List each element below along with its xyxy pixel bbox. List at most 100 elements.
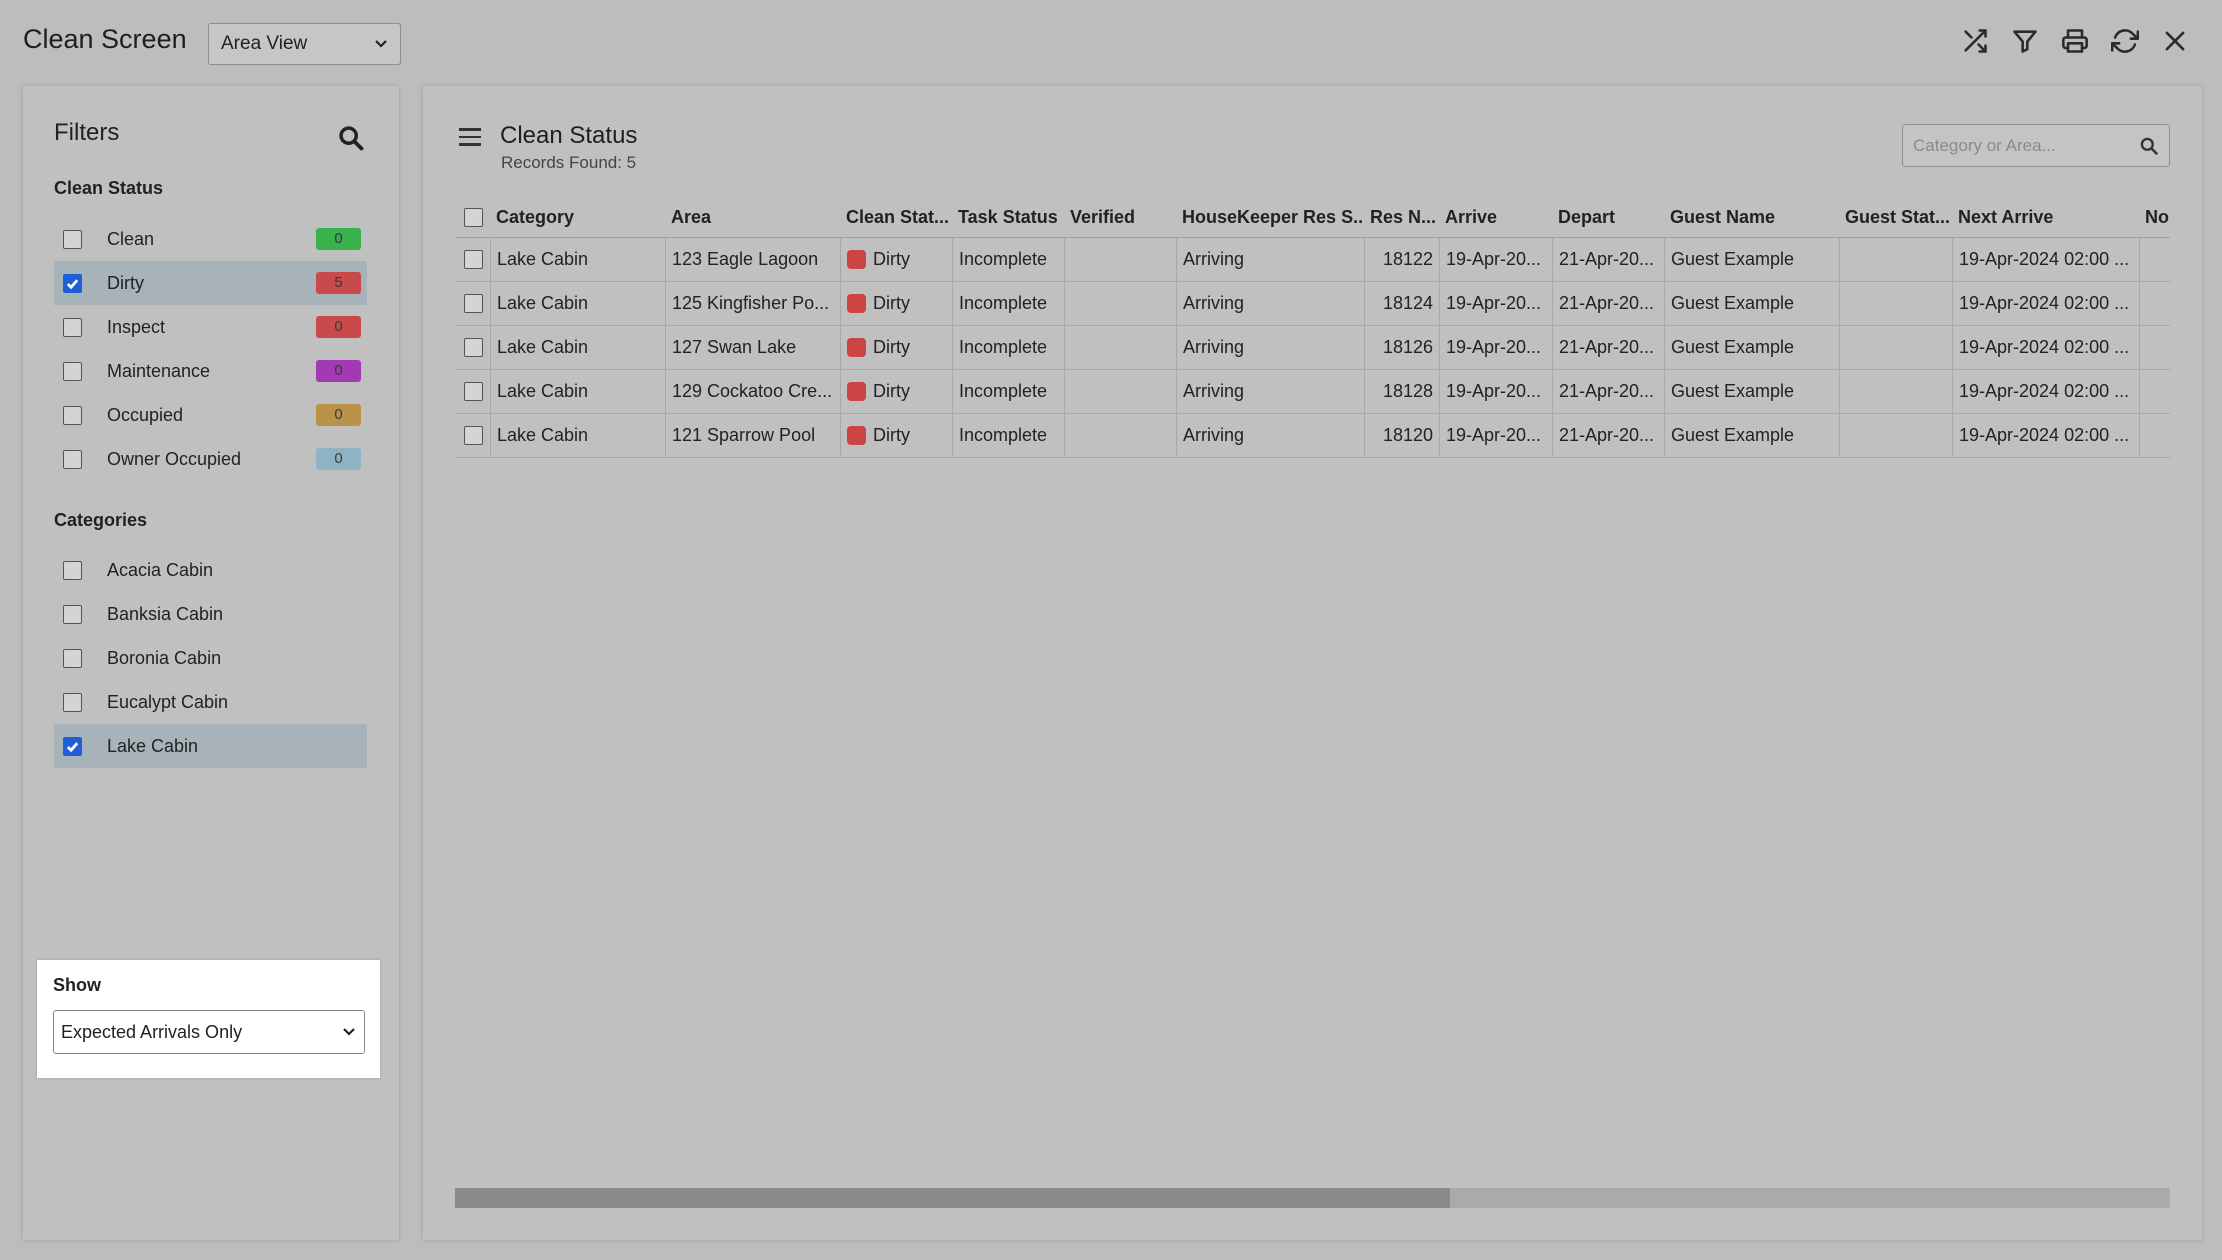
refresh-icon xyxy=(2111,29,2139,53)
table-row[interactable]: Lake Cabin 129 Cockatoo Cre... Dirty Incomp… xyxy=(455,370,2170,414)
checkbox[interactable] xyxy=(63,736,82,756)
category-label: Boronia Cabin xyxy=(107,647,222,668)
cell-category: Lake Cabin xyxy=(490,414,665,457)
cell-task-status: Incomplete xyxy=(952,282,1064,325)
filters-panel: Filters Clean Status Clean 0 Dirty 5 Inspect… xyxy=(23,86,399,1240)
column-header-area[interactable]: Area xyxy=(665,198,840,237)
print-icon xyxy=(2062,29,2088,53)
cell-clean-status: Dirty xyxy=(840,282,952,325)
clean-status-item[interactable]: Inspect 0 xyxy=(54,305,367,349)
column-header-housekeeper-res-status[interactable]: HouseKeeper Res S... xyxy=(1176,198,1364,237)
count-badge: 0 xyxy=(316,228,361,250)
table-row[interactable]: Lake Cabin 127 Swan Lake Dirty Incomplete Ar… xyxy=(455,326,2170,370)
cell-clean-status: Dirty xyxy=(840,238,952,281)
column-header-res-number[interactable]: Res N... xyxy=(1364,198,1439,237)
chevron-down-icon xyxy=(375,40,387,48)
checkbox[interactable] xyxy=(63,648,82,668)
cell-guest-name: Guest Example xyxy=(1664,414,1839,457)
clean-status-label: Occupied xyxy=(107,404,184,425)
shuffle-button[interactable] xyxy=(1958,24,1992,58)
count-badge: 5 xyxy=(316,272,361,294)
row-checkbox[interactable] xyxy=(464,426,483,445)
column-header-notes[interactable]: No xyxy=(2139,198,2179,237)
checkbox[interactable] xyxy=(63,604,82,624)
category-item[interactable]: Eucalypt Cabin xyxy=(54,680,367,724)
row-checkbox[interactable] xyxy=(464,250,483,269)
checkbox[interactable] xyxy=(63,317,82,337)
clean-status-text: Dirty xyxy=(873,249,910,269)
clean-status-item[interactable]: Owner Occupied 0 xyxy=(54,437,367,481)
cell-guest-status xyxy=(1839,370,1952,413)
row-checkbox[interactable] xyxy=(464,338,483,357)
clean-status-item[interactable]: Occupied 0 xyxy=(54,393,367,437)
clean-status-label: Dirty xyxy=(107,272,144,293)
filter-button[interactable] xyxy=(2008,24,2042,58)
view-select[interactable]: Area View xyxy=(208,23,401,65)
cell-res-number: 18124 xyxy=(1364,282,1439,325)
table-row[interactable]: Lake Cabin 121 Sparrow Pool Dirty Incomplet… xyxy=(455,414,2170,458)
status-color-dot xyxy=(847,250,866,269)
cell-res-number: 18120 xyxy=(1364,414,1439,457)
show-select[interactable]: Expected Arrivals Only xyxy=(53,1010,365,1054)
column-header-guest-name[interactable]: Guest Name xyxy=(1664,198,1839,237)
category-item[interactable]: Boronia Cabin xyxy=(54,636,367,680)
refresh-button[interactable] xyxy=(2108,24,2142,58)
clean-status-item[interactable]: Clean 0 xyxy=(54,217,367,261)
category-search[interactable] xyxy=(1902,124,2170,167)
cell-task-status: Incomplete xyxy=(952,370,1064,413)
cell-next-arrive: 19-Apr-2024 02:00 ... xyxy=(1952,238,2140,281)
column-header-depart[interactable]: Depart xyxy=(1552,198,1664,237)
cell-notes xyxy=(2139,238,2179,281)
checkbox[interactable] xyxy=(63,273,82,293)
clean-status-text: Dirty xyxy=(873,337,910,357)
row-checkbox[interactable] xyxy=(464,294,483,313)
column-header-guest-status[interactable]: Guest Stat... xyxy=(1839,198,1952,237)
checkbox[interactable] xyxy=(63,229,82,249)
cell-arrive: 19-Apr-20... xyxy=(1439,326,1552,369)
table-row[interactable]: Lake Cabin 123 Eagle Lagoon Dirty Incomplet… xyxy=(455,238,2170,282)
cell-housekeeper-res-status: Arriving xyxy=(1176,238,1364,281)
cell-next-arrive: 19-Apr-2024 02:00 ... xyxy=(1952,326,2140,369)
checkbox[interactable] xyxy=(63,692,82,712)
horizontal-scrollbar[interactable] xyxy=(455,1188,2170,1208)
checkbox[interactable] xyxy=(63,449,82,469)
menu-icon[interactable] xyxy=(459,128,481,146)
checkbox[interactable] xyxy=(63,361,82,381)
cell-guest-name: Guest Example xyxy=(1664,326,1839,369)
print-button[interactable] xyxy=(2058,24,2092,58)
search-icon[interactable] xyxy=(337,124,365,152)
cell-notes xyxy=(2139,370,2179,413)
column-header-next-arrive[interactable]: Next Arrive xyxy=(1952,198,2140,237)
row-checkbox[interactable] xyxy=(464,382,483,401)
row-select-cell xyxy=(455,282,490,325)
cell-category: Lake Cabin xyxy=(490,238,665,281)
column-header-category[interactable]: Category xyxy=(490,198,665,237)
category-item[interactable]: Lake Cabin xyxy=(54,724,367,768)
cell-guest-name: Guest Example xyxy=(1664,282,1839,325)
close-button[interactable] xyxy=(2158,24,2192,58)
row-select-cell xyxy=(455,370,490,413)
filter-icon xyxy=(2013,30,2037,53)
cell-res-number: 18122 xyxy=(1364,238,1439,281)
search-icon[interactable] xyxy=(2139,136,2159,156)
clean-status-item[interactable]: Dirty 5 xyxy=(54,261,367,305)
categories-title: Categories xyxy=(54,510,148,530)
cell-housekeeper-res-status: Arriving xyxy=(1176,282,1364,325)
category-label: Banksia Cabin xyxy=(107,603,224,624)
scrollbar-thumb[interactable] xyxy=(455,1188,1450,1208)
category-item[interactable]: Acacia Cabin xyxy=(54,548,367,592)
column-header-task-status[interactable]: Task Status xyxy=(952,198,1064,237)
cell-arrive: 19-Apr-20... xyxy=(1439,238,1552,281)
column-header-arrive[interactable]: Arrive xyxy=(1439,198,1552,237)
select-all-checkbox[interactable] xyxy=(464,208,483,227)
cell-category: Lake Cabin xyxy=(490,370,665,413)
checkbox[interactable] xyxy=(63,560,82,580)
table-row[interactable]: Lake Cabin 125 Kingfisher Po... Dirty Incom… xyxy=(455,282,2170,326)
clean-status-item[interactable]: Maintenance 0 xyxy=(54,349,367,393)
checkbox[interactable] xyxy=(63,405,82,425)
column-header-verified[interactable]: Verified xyxy=(1064,198,1176,237)
category-item[interactable]: Banksia Cabin xyxy=(54,592,367,636)
search-input[interactable] xyxy=(1913,135,2139,156)
column-header-clean-status[interactable]: Clean Stat... xyxy=(840,198,952,237)
cell-notes xyxy=(2139,282,2179,325)
